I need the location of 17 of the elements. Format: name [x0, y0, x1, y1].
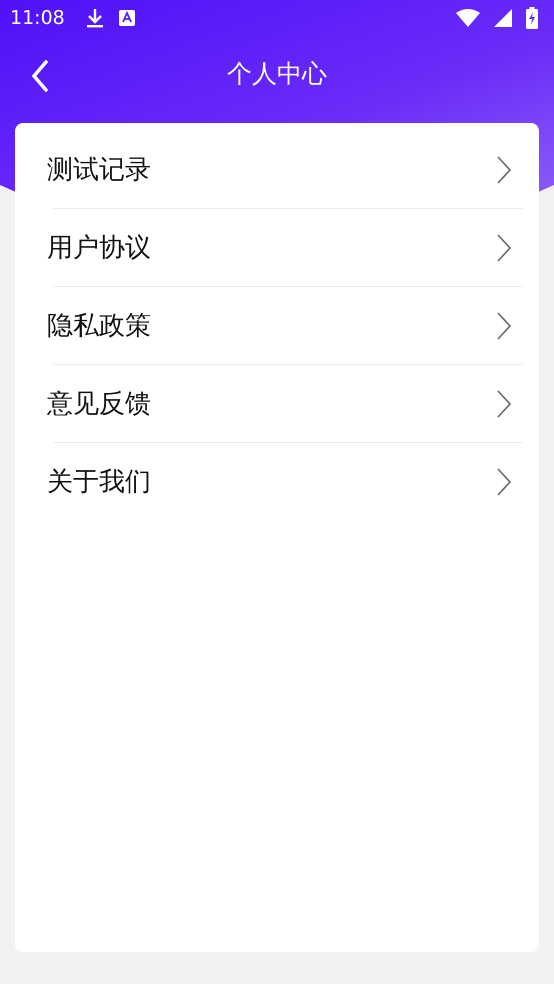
chevron-right-icon	[497, 234, 511, 262]
battery-icon	[526, 7, 538, 29]
chevron-right-icon	[497, 312, 511, 340]
download-icon	[84, 7, 105, 29]
menu-item[interactable]: 意见反馈	[15, 365, 539, 442]
wifi-icon	[456, 9, 480, 27]
page-title: 个人中心	[227, 58, 327, 90]
menu-item[interactable]: 测试记录	[15, 131, 539, 208]
signal-icon	[494, 9, 512, 27]
status-time: 11:08	[10, 7, 65, 29]
menu-item[interactable]: 用户协议	[15, 209, 539, 286]
chevron-right-icon	[497, 468, 511, 496]
chevron-right-icon	[497, 156, 511, 184]
menu-item[interactable]: 关于我们	[15, 443, 539, 520]
app-notification-icon	[118, 10, 135, 26]
menu-item[interactable]: 隐私政策	[15, 287, 539, 364]
chevron-right-icon	[497, 390, 511, 418]
